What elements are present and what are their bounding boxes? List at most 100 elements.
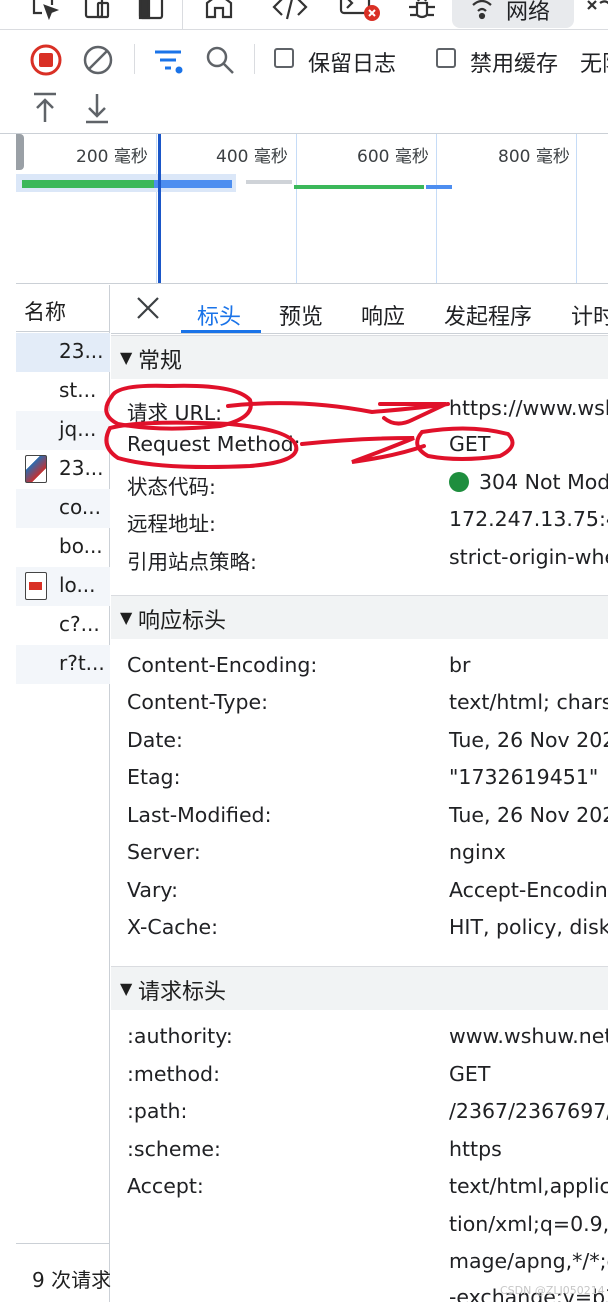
header-value: Accept-Encoding	[449, 878, 608, 902]
header-key: Server:	[127, 840, 201, 864]
timeline-tick: 200 毫秒	[76, 147, 148, 167]
collapse-triangle-icon: ▼	[120, 608, 133, 627]
header-key: Content-Encoding:	[127, 653, 318, 677]
request-name: jq...	[59, 417, 97, 441]
sources-code-icon[interactable]	[270, 0, 310, 26]
request-name: bo...	[59, 534, 103, 558]
request-name: lo...	[59, 573, 96, 597]
header-value: 172.247.13.75:443	[449, 507, 608, 531]
collapse-triangle-icon: ▼	[120, 979, 133, 998]
preserve-log-checkbox[interactable]	[274, 48, 294, 68]
header-value: strict-origin-when-cross-origin	[449, 545, 608, 569]
header-value: nginx	[449, 840, 506, 864]
preserve-log-label: 保留日志	[308, 52, 397, 77]
section-title: 请求标头	[138, 980, 227, 1005]
overview-bar-download	[22, 180, 154, 188]
request-row[interactable]: c?...	[16, 606, 110, 645]
clear-icon	[83, 45, 113, 75]
more-panels-icon[interactable]	[582, 0, 608, 26]
header-key: :method:	[127, 1062, 220, 1086]
overview-bar-queued	[246, 180, 292, 184]
dock-side-icon[interactable]	[136, 0, 166, 26]
document-file-icon	[25, 572, 47, 600]
request-headers-section-header[interactable]: ▼ 请求标头	[111, 966, 608, 1010]
watermark: CSDN @ZLJ050214	[500, 1284, 605, 1297]
disable-cache-checkbox[interactable]	[436, 48, 456, 68]
request-row[interactable]: 23...	[16, 450, 110, 489]
network-toolbar: 保留日志 禁用缓存 无限	[0, 30, 608, 134]
request-row[interactable]: lo...	[16, 567, 110, 606]
header-key: Content-Type:	[127, 690, 269, 714]
device-toolbar-icon[interactable]	[80, 0, 114, 26]
header-key: Accept:	[127, 1174, 204, 1198]
header-value: /2367/2367697/	[449, 1099, 608, 1123]
filter-icon	[155, 50, 183, 74]
header-value: text/html,applica	[449, 1174, 608, 1198]
request-row[interactable]: jq...	[16, 411, 110, 450]
active-tab-indicator	[181, 330, 261, 333]
status-ok-icon	[449, 472, 469, 492]
header-value: "1732619451"	[449, 765, 599, 789]
request-name: st...	[59, 378, 97, 402]
overview-bar-waiting	[154, 180, 232, 188]
header-key: X-Cache:	[127, 915, 219, 939]
request-count: 9 次请求	[32, 1268, 112, 1292]
request-row[interactable]: st...	[16, 372, 110, 411]
elements-home-icon[interactable]	[202, 0, 236, 26]
network-tab-label[interactable]: 网络	[506, 0, 550, 26]
tab-response[interactable]: 响应	[361, 299, 405, 331]
header-value: https://www.wshuw.net	[449, 396, 608, 420]
tab-headers[interactable]: 标头	[197, 299, 241, 331]
request-row[interactable]: r?t...	[16, 645, 110, 684]
header-key: 引用站点策略:	[127, 550, 257, 574]
tab-initiator[interactable]: 发起程序	[444, 299, 532, 331]
general-section-header[interactable]: ▼ 常规	[111, 335, 608, 379]
record-stop-button[interactable]	[28, 42, 64, 78]
header-key: Last-Modified:	[127, 803, 272, 827]
overview-left-handle[interactable]	[16, 134, 24, 170]
network-overview-timeline[interactable]: 200 毫秒 400 毫秒 600 毫秒 800 毫秒	[16, 134, 608, 284]
header-value: text/html; charset=utf-8	[449, 690, 608, 714]
header-key: Request Method:	[127, 432, 301, 456]
disable-cache-label: 禁用缓存	[470, 52, 559, 77]
header-value: HIT, policy, disk	[449, 915, 608, 939]
request-row[interactable]: 23...	[16, 333, 110, 372]
response-headers-section-header[interactable]: ▼ 响应标头	[111, 595, 608, 639]
section-title: 常规	[138, 349, 183, 374]
request-name: co...	[59, 495, 101, 519]
timeline-tick: 400 毫秒	[216, 147, 288, 167]
overview-bar-download	[294, 185, 424, 189]
header-value: GET	[449, 432, 491, 456]
header-value: br	[449, 653, 471, 677]
clear-log-button[interactable]	[80, 42, 116, 78]
header-value: Tue, 26 Nov 2024	[449, 728, 608, 752]
request-name: c?...	[59, 612, 100, 636]
header-key: 请求 URL:	[127, 401, 223, 425]
request-list-header[interactable]: 名称	[16, 285, 110, 332]
export-har-button[interactable]	[80, 88, 114, 128]
request-row[interactable]: bo...	[16, 528, 110, 567]
tab-timing[interactable]: 计时	[571, 299, 608, 331]
header-key: 状态代码:	[127, 475, 216, 499]
header-value: GET	[449, 1062, 491, 1086]
section-title: 响应标头	[138, 609, 227, 634]
close-detail-button[interactable]	[135, 295, 161, 325]
throttling-select[interactable]: 无限	[580, 46, 608, 78]
tab-preview[interactable]: 预览	[279, 299, 323, 331]
request-name: r?t...	[59, 651, 105, 675]
import-har-button[interactable]	[28, 88, 62, 128]
bug-icon[interactable]	[404, 0, 440, 26]
request-name: 23...	[59, 456, 104, 480]
header-key: 远程地址:	[127, 512, 216, 536]
request-row[interactable]: co...	[16, 489, 110, 528]
collapse-triangle-icon: ▼	[120, 348, 133, 367]
console-icon[interactable]	[338, 0, 382, 26]
search-button[interactable]	[202, 42, 238, 78]
header-key: :authority:	[127, 1024, 233, 1048]
timeline-tick: 600 毫秒	[357, 147, 429, 167]
header-value: www.wshuw.net	[449, 1024, 608, 1048]
filter-button[interactable]	[150, 42, 186, 78]
inspect-element-icon[interactable]	[28, 0, 62, 26]
download-icon	[86, 94, 108, 124]
header-key: :scheme:	[127, 1137, 221, 1161]
